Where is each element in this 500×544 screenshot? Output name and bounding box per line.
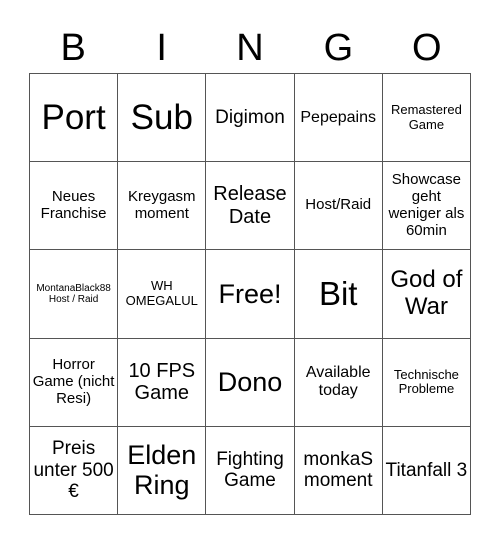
bingo-cell[interactable]: Kreygasm moment — [118, 162, 207, 251]
header-letter-n: N — [236, 27, 264, 69]
bingo-cell[interactable]: Neues Franchise — [30, 162, 119, 251]
bingo-grid: Port Sub Digimon Pepepains Remastered Ga… — [29, 73, 471, 515]
bingo-cell[interactable]: 10 FPS Game — [118, 338, 207, 427]
bingo-cell[interactable]: WH OMEGALUL — [118, 250, 207, 339]
bingo-cell[interactable]: monkaS moment — [294, 426, 383, 515]
bingo-cell[interactable]: Technische Probleme — [382, 338, 471, 427]
header-letter-o: O — [412, 27, 442, 69]
bingo-header: B I N G O — [29, 22, 471, 74]
bingo-cell[interactable]: Bit — [294, 250, 383, 339]
bingo-cell[interactable]: God of War — [382, 250, 471, 339]
bingo-cell[interactable]: Release Date — [206, 162, 295, 251]
bingo-cell[interactable]: Sub — [118, 74, 207, 163]
bingo-cell[interactable]: Preis unter 500 € — [30, 426, 119, 515]
header-letter-i: I — [156, 27, 167, 69]
header-letter-b: B — [60, 27, 86, 69]
header-letter-g: G — [323, 27, 354, 69]
bingo-cell[interactable]: Fighting Game — [206, 426, 295, 515]
bingo-cell[interactable]: Elden Ring — [118, 426, 207, 515]
bingo-cell[interactable]: Host/Raid — [294, 162, 383, 251]
bingo-cell[interactable]: Horror Game (nicht Resi) — [30, 338, 119, 427]
bingo-cell[interactable]: Dono — [206, 338, 295, 427]
bingo-cell[interactable]: Titanfall 3 — [382, 426, 471, 515]
bingo-cell[interactable]: Remastered Game — [382, 74, 471, 163]
bingo-cell[interactable]: Showcase geht weniger als 60min — [382, 162, 471, 251]
free-space[interactable]: Free! — [206, 250, 295, 339]
bingo-cell[interactable]: Port — [30, 74, 119, 163]
bingo-cell[interactable]: Pepepains — [294, 74, 383, 163]
bingo-cell[interactable]: Digimon — [206, 74, 295, 163]
bingo-cell[interactable]: Available today — [294, 338, 383, 427]
bingo-cell[interactable]: MontanaBlack88 Host / Raid — [30, 250, 119, 339]
